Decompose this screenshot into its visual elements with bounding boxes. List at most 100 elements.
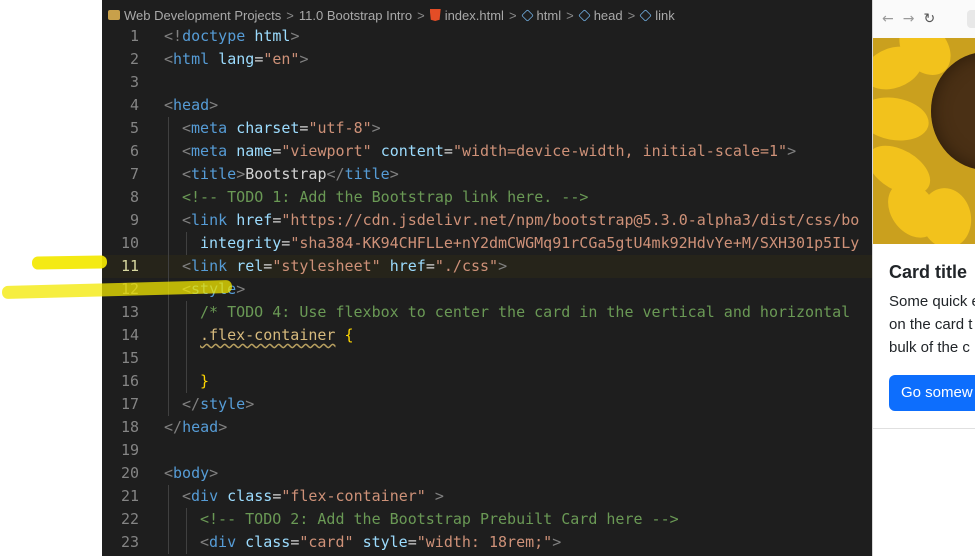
back-arrow-icon[interactable]: ← xyxy=(882,11,894,27)
code-line[interactable]: 9 <link href="https://cdn.jsdelivr.net/np… xyxy=(102,209,872,232)
code-token: > xyxy=(218,418,228,436)
code-token: < xyxy=(200,533,210,551)
card-text: Some quick e on the card t bulk of the c xyxy=(889,290,975,359)
code-token: "utf-8" xyxy=(308,119,372,137)
indent-guide xyxy=(168,209,169,232)
indent-guide xyxy=(168,508,169,531)
code-line[interactable]: 1 <!doctype html> xyxy=(102,25,872,48)
code-token: "https://cdn.jsdelivr.net/npm/bootstrap@… xyxy=(281,211,860,229)
line-number: 16 xyxy=(120,372,139,390)
code-text: .flex-container { xyxy=(200,324,354,347)
code-line[interactable]: 15 xyxy=(102,347,872,370)
code-token: < xyxy=(182,119,192,137)
code-token: title xyxy=(344,165,390,183)
code-token: < xyxy=(182,211,192,229)
code-line[interactable]: 18 </head> xyxy=(102,416,872,439)
code-token: charset xyxy=(236,119,300,137)
indent-guide xyxy=(168,255,169,278)
indent-guide xyxy=(168,485,169,508)
code-text: /* TODO 4: Use flexbox to center the car… xyxy=(200,301,850,324)
code-line[interactable]: 2 <html lang="en"> xyxy=(102,48,872,71)
code-token: < xyxy=(164,96,174,114)
code-line[interactable]: 8 <!-- TODO 1: Add the Bootstrap link her… xyxy=(102,186,872,209)
browser-preview: ← → ↻ Card title Some quick e on the car… xyxy=(872,0,975,556)
code-token: < xyxy=(182,165,192,183)
breadcrumb-item-file[interactable]: index.html xyxy=(445,8,504,23)
code-token: = xyxy=(263,257,273,275)
html5-icon xyxy=(429,9,441,21)
line-number: 17 xyxy=(120,395,139,413)
code-token: > xyxy=(209,96,219,114)
indent-guide xyxy=(186,347,187,370)
indent-guide xyxy=(168,347,169,370)
code-line[interactable]: 20 <body> xyxy=(102,462,872,485)
code-token: = xyxy=(407,533,417,551)
indent-guide xyxy=(186,531,187,554)
code-line[interactable]: 19 xyxy=(102,439,872,462)
code-token: <!-- TODO 2: Add the Bootstrap Prebuilt … xyxy=(200,510,679,528)
code-token: > xyxy=(290,27,300,45)
code-line[interactable]: 22 <!-- TODO 2: Add the Bootstrap Prebuil… xyxy=(102,508,872,531)
code-line[interactable]: 11 <link rel="stylesheet" href="./css"> xyxy=(102,255,872,278)
code-line[interactable]: 13 /* TODO 4: Use flexbox to center the c… xyxy=(102,301,872,324)
code-line[interactable]: 10 integrity="sha384-KK94CHFLLe+nY2dmCWGM… xyxy=(102,232,872,255)
code-text: <!-- TODO 1: Add the Bootstrap link here… xyxy=(182,186,588,209)
code-line[interactable]: 5 <meta charset="utf-8"> xyxy=(102,117,872,140)
breadcrumb-item-html[interactable]: html xyxy=(537,8,562,23)
code-line[interactable]: 16} xyxy=(102,370,872,393)
breadcrumb-separator: > xyxy=(566,7,574,23)
indent-guide xyxy=(168,232,169,255)
indent-guide xyxy=(186,508,187,531)
code-editor[interactable]: Web Development Projects > 11.0 Bootstra… xyxy=(102,0,872,556)
address-bar[interactable] xyxy=(967,10,975,28)
code-text: <!doctype html> xyxy=(164,25,299,48)
line-number: 19 xyxy=(120,441,139,459)
indent-guide xyxy=(168,186,169,209)
breadcrumb-item-head[interactable]: head xyxy=(594,8,623,23)
reload-icon[interactable]: ↻ xyxy=(923,11,935,27)
code-text: } xyxy=(200,370,209,393)
code-token: div xyxy=(209,533,237,551)
code-line[interactable]: 14 .flex-container { xyxy=(102,324,872,347)
code-line[interactable]: 6 <meta name="viewport" content="width=de… xyxy=(102,140,872,163)
code-token: > xyxy=(236,280,246,298)
line-number: 5 xyxy=(129,119,139,137)
code-token: "flex-container" xyxy=(281,487,426,505)
code-token: Bootstrap xyxy=(245,165,327,183)
forward-arrow-icon[interactable]: → xyxy=(903,11,915,27)
breadcrumb-item-project[interactable]: Web Development Projects xyxy=(124,8,281,23)
breadcrumb-item-link[interactable]: link xyxy=(655,8,675,23)
line-number: 1 xyxy=(129,27,139,45)
code-token: body xyxy=(173,464,210,482)
code-line[interactable]: 17 </style> xyxy=(102,393,872,416)
code-token: "width: 18rem;" xyxy=(416,533,553,551)
code-text: <body> xyxy=(164,462,218,485)
code-line[interactable]: 7 <title>Bootstrap</title> xyxy=(102,163,872,186)
code-line[interactable]: 21 <div class="flex-container" > xyxy=(102,485,872,508)
code-token: = xyxy=(443,142,453,160)
go-somewhere-button[interactable]: Go somew xyxy=(889,375,975,411)
breadcrumb-separator: > xyxy=(417,7,425,23)
code-token: "viewport" xyxy=(281,142,372,160)
code-token: "sha384-KK94CHFLLe+nY2dmCWGMq91rCGa5gtU4… xyxy=(290,234,860,252)
code-line[interactable]: 3 xyxy=(102,71,872,94)
sunflower-image xyxy=(873,38,975,244)
indent-guide xyxy=(168,140,169,163)
breadcrumb-item-folder[interactable]: 11.0 Bootstrap Intro xyxy=(299,8,412,23)
code-text: <link rel="stylesheet" href="./css"> xyxy=(182,255,507,278)
code-line[interactable]: 23 <div class="card" style="width: 18rem;… xyxy=(102,531,872,554)
bootstrap-card: Card title Some quick e on the card t bu… xyxy=(873,38,975,429)
code-line[interactable]: 4 <head> xyxy=(102,94,872,117)
code-token: </ xyxy=(182,395,201,413)
code-token: /* TODO 4: Use flexbox to center the car… xyxy=(200,303,851,321)
code-token: < xyxy=(164,50,174,68)
line-number: 4 xyxy=(129,96,139,114)
code-token: < xyxy=(182,142,192,160)
code-token: > xyxy=(299,50,309,68)
